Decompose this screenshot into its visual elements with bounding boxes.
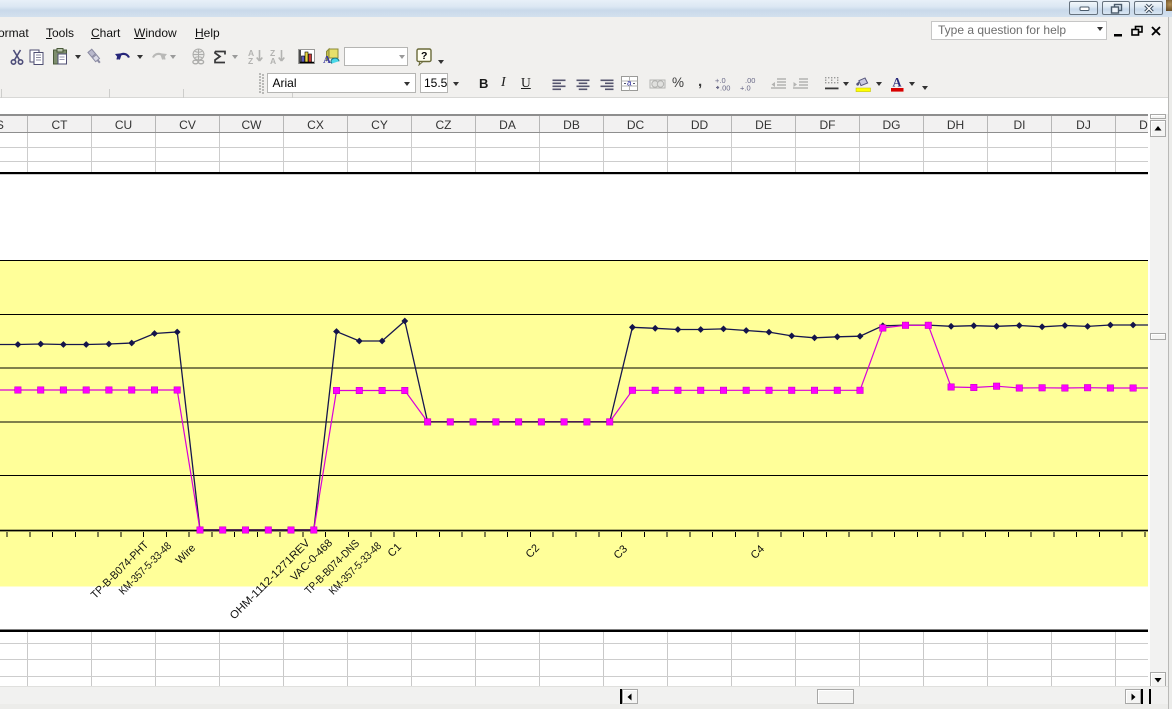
svg-text:?: ?	[421, 50, 427, 62]
svg-text:A: A	[270, 56, 276, 65]
svg-text:Z: Z	[248, 56, 253, 65]
svg-text:+.0: +.0	[740, 84, 751, 92]
svg-text:A: A	[323, 54, 331, 66]
svg-text:A: A	[892, 76, 901, 90]
svg-text:.00: .00	[720, 84, 730, 92]
svg-text:a: a	[627, 79, 632, 88]
